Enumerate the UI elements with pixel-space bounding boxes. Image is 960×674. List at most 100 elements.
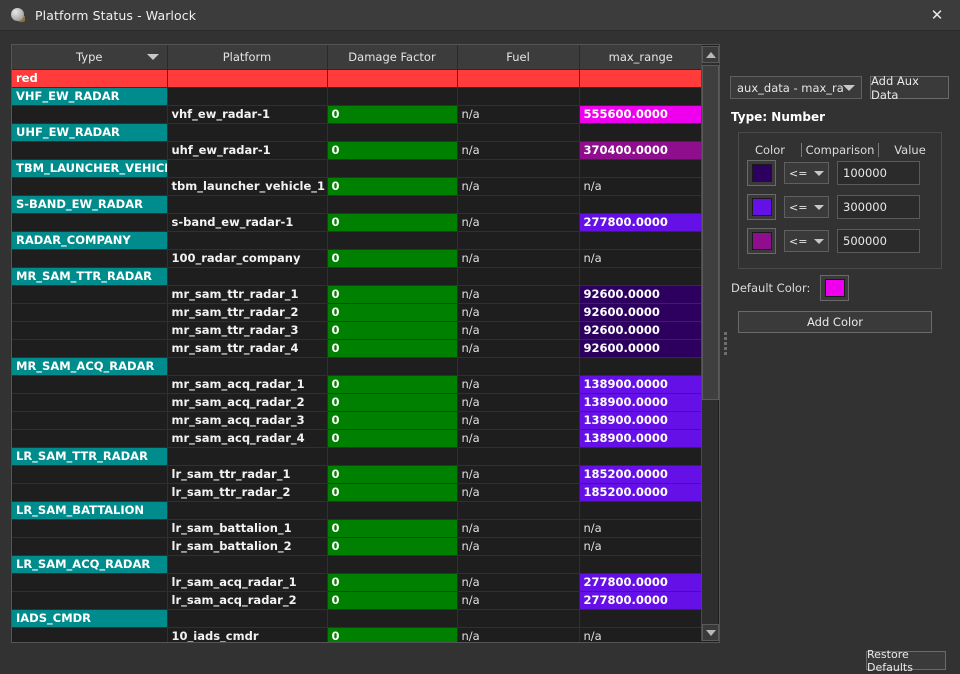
platform-row[interactable]: 100_radar_company 0 n/a n/a — [12, 249, 702, 268]
row-platform-cell: mr_sam_acq_radar_2 — [167, 393, 328, 412]
platform-name: vhf_ew_radar-1 — [171, 106, 270, 121]
platform-name: lr_sam_battalion_1 — [171, 520, 292, 535]
platform-row[interactable]: mr_sam_ttr_radar_4 0 n/a 92600.0000 — [12, 339, 702, 358]
row-platform-cell: vhf_ew_radar-1 — [167, 105, 328, 124]
group-max-range-cell — [579, 555, 702, 574]
row-platform-cell: mr_sam_ttr_radar_1 — [167, 285, 328, 304]
group-max-range-cell — [579, 447, 702, 466]
platform-row[interactable]: mr_sam_ttr_radar_3 0 n/a 92600.0000 — [12, 321, 702, 340]
type-group-row[interactable]: LR_SAM_BATTALION — [12, 501, 702, 520]
damage-factor-value: 0 — [327, 141, 456, 158]
platform-row[interactable]: tbm_launcher_vehicle_1 0 n/a n/a — [12, 177, 702, 196]
rule-comparison-select[interactable]: <= — [784, 196, 829, 218]
close-icon[interactable]: ✕ — [914, 0, 960, 31]
default-color-swatch-button[interactable] — [820, 275, 850, 301]
rule-value-input[interactable]: 100000 — [837, 161, 920, 185]
platform-row[interactable]: lr_sam_ttr_radar_2 0 n/a 185200.0000 — [12, 483, 702, 502]
row-max-range-cell: 277800.0000 — [579, 213, 702, 232]
platform-name: mr_sam_ttr_radar_1 — [171, 286, 299, 301]
row-fuel-cell: n/a — [457, 249, 580, 268]
aux-data-select[interactable]: aux_data - max_range — [730, 76, 862, 99]
scroll-down-arrow-icon[interactable] — [702, 624, 719, 641]
aux-data-settings-panel: aux_data - max_range Add Aux Data Type: … — [730, 44, 949, 674]
type-group-row[interactable]: MR_SAM_ACQ_RADAR — [12, 357, 702, 376]
type-group-row[interactable]: VHF_EW_RADAR — [12, 87, 702, 106]
row-type-cell — [12, 591, 168, 610]
rule-color-swatch-button[interactable] — [747, 160, 776, 186]
group-type-label: LR_SAM_ACQ_RADAR — [12, 555, 166, 572]
column-header-damage-factor[interactable]: Damage Factor — [327, 45, 458, 70]
type-group-row[interactable]: TBM_LAUNCHER_VEHICLE — [12, 159, 702, 178]
type-group-row[interactable]: MR_SAM_TTR_RADAR — [12, 267, 702, 286]
max-range-value: 185200.0000 — [579, 465, 701, 482]
table-vertical-scrollbar[interactable] — [701, 46, 719, 641]
type-group-row[interactable]: S-BAND_EW_RADAR — [12, 195, 702, 214]
rules-header-value: Value — [894, 143, 926, 157]
group-type-cell: LR_SAM_ACQ_RADAR — [12, 555, 168, 574]
group-fuel-cell — [457, 501, 580, 520]
type-group-row[interactable]: LR_SAM_TTR_RADAR — [12, 447, 702, 466]
row-damage-cell: 0 — [327, 411, 458, 430]
column-header-platform[interactable]: Platform — [167, 45, 328, 70]
fuel-value: n/a — [461, 592, 480, 607]
rule-comparison-select[interactable]: <= — [784, 230, 829, 252]
add-color-button[interactable]: Add Color — [738, 311, 932, 333]
rule-color-swatch-button[interactable] — [747, 228, 776, 254]
force-label: red — [12, 69, 166, 86]
platform-name: lr_sam_ttr_radar_1 — [171, 466, 291, 481]
group-damage-cell — [327, 231, 458, 250]
scrollbar-thumb[interactable] — [702, 65, 719, 400]
platform-row[interactable]: lr_sam_battalion_1 0 n/a n/a — [12, 519, 702, 538]
platform-row[interactable]: mr_sam_acq_radar_4 0 n/a 138900.0000 — [12, 429, 702, 448]
row-type-cell — [12, 519, 168, 538]
scroll-up-arrow-icon[interactable] — [702, 46, 719, 63]
radar-dish-icon — [10, 7, 26, 23]
column-header-fuel[interactable]: Fuel — [457, 45, 580, 70]
row-fuel-cell: n/a — [457, 105, 580, 124]
window-titlebar: Platform Status - Warlock ✕ — [0, 0, 960, 31]
rule-comparison-select[interactable]: <= — [784, 162, 829, 184]
platform-row[interactable]: mr_sam_acq_radar_1 0 n/a 138900.0000 — [12, 375, 702, 394]
rule-value-input[interactable]: 500000 — [837, 229, 920, 253]
platform-row[interactable]: uhf_ew_radar-1 0 n/a 370400.0000 — [12, 141, 702, 160]
chevron-down-icon — [814, 170, 824, 176]
platform-row[interactable]: mr_sam_acq_radar_2 0 n/a 138900.0000 — [12, 393, 702, 412]
column-header-type[interactable]: Type — [12, 45, 168, 70]
type-group-row[interactable]: LR_SAM_ACQ_RADAR — [12, 555, 702, 574]
group-platform-cell — [167, 87, 328, 106]
row-platform-cell: mr_sam_ttr_radar_2 — [167, 303, 328, 322]
platform-row[interactable]: mr_sam_ttr_radar_1 0 n/a 92600.0000 — [12, 285, 702, 304]
restore-defaults-button[interactable]: Restore Defaults — [866, 648, 946, 674]
rule-value-input[interactable]: 300000 — [837, 195, 920, 219]
damage-factor-value: 0 — [327, 285, 456, 302]
platform-row[interactable]: mr_sam_acq_radar_3 0 n/a 138900.0000 — [12, 411, 702, 430]
rule-color-swatch-button[interactable] — [747, 194, 776, 220]
force-platform-cell — [167, 69, 328, 88]
add-aux-data-button[interactable]: Add Aux Data — [870, 74, 949, 102]
group-platform-cell — [167, 357, 328, 376]
type-group-row[interactable]: UHF_EW_RADAR — [12, 123, 702, 142]
platform-row[interactable]: vhf_ew_radar-1 0 n/a 555600.0000 — [12, 105, 702, 124]
platform-row[interactable]: 10_iads_cmdr 0 n/a n/a — [12, 627, 702, 642]
platform-row[interactable]: lr_sam_ttr_radar_1 0 n/a 185200.0000 — [12, 465, 702, 484]
group-fuel-cell — [457, 123, 580, 142]
platform-row[interactable]: s-band_ew_radar-1 0 n/a 277800.0000 — [12, 213, 702, 232]
platform-name: mr_sam_acq_radar_1 — [171, 376, 305, 391]
platform-row[interactable]: lr_sam_acq_radar_1 0 n/a 277800.0000 — [12, 573, 702, 592]
platform-row[interactable]: lr_sam_acq_radar_2 0 n/a 277800.0000 — [12, 591, 702, 610]
platform-row[interactable]: lr_sam_battalion_2 0 n/a n/a — [12, 537, 702, 556]
group-max-range-cell — [579, 123, 702, 142]
group-platform-cell — [167, 555, 328, 574]
rule-color-swatch — [751, 164, 772, 182]
force-row[interactable]: red — [12, 69, 702, 88]
panel-splitter[interactable] — [721, 44, 730, 643]
rules-header-color: Color — [754, 143, 786, 157]
row-fuel-cell: n/a — [457, 537, 580, 556]
type-group-row[interactable]: IADS_CMDR — [12, 609, 702, 628]
max-range-value: n/a — [583, 538, 602, 553]
column-header-max-range[interactable]: max_range — [579, 45, 702, 70]
type-group-row[interactable]: RADAR_COMPANY — [12, 231, 702, 250]
group-damage-cell — [327, 267, 458, 286]
platform-row[interactable]: mr_sam_ttr_radar_2 0 n/a 92600.0000 — [12, 303, 702, 322]
sort-desc-icon[interactable] — [146, 54, 159, 60]
